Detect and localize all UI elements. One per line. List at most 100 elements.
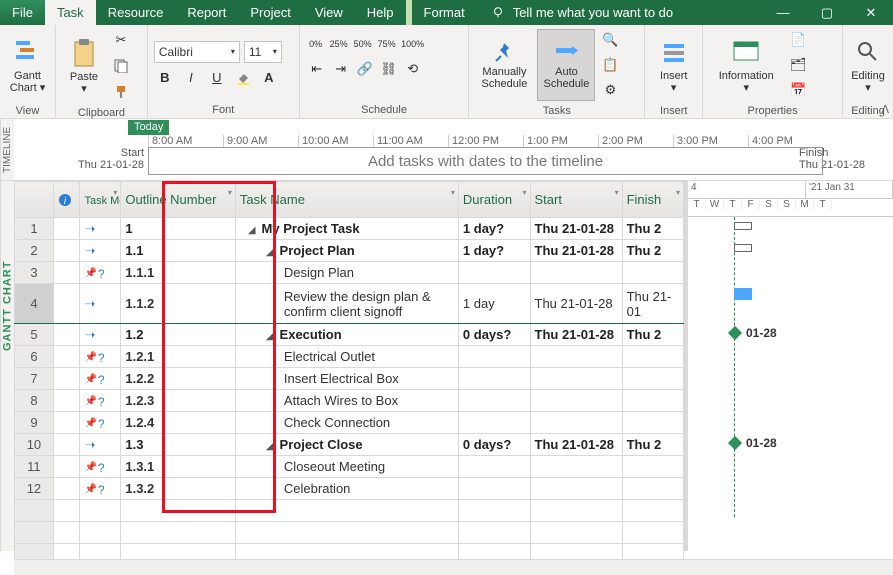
cell-finish[interactable] [622, 346, 683, 368]
manually-schedule-button[interactable]: Manually Schedule [475, 29, 533, 101]
cell-finish[interactable] [622, 412, 683, 434]
cell-finish[interactable]: Thu 2 [622, 240, 683, 262]
milestone[interactable] [728, 436, 742, 450]
insert-button[interactable]: Insert▾ [651, 29, 696, 101]
cell-mode[interactable]: ? [80, 478, 121, 500]
cell-mode[interactable]: ? [80, 262, 121, 284]
cell-duration[interactable]: 1 day? [458, 240, 530, 262]
bold-button[interactable]: B [154, 67, 176, 89]
table-row[interactable]: 7?1.2.2Insert Electrical Box [15, 368, 684, 390]
summary-bar[interactable] [734, 222, 752, 230]
cell-outline[interactable]: 1.2.2 [121, 368, 236, 390]
cell-info[interactable] [53, 284, 80, 324]
col-outline[interactable]: Outline Number▾ [121, 182, 236, 218]
link-button[interactable]: 🔗 [354, 58, 376, 80]
tab-help[interactable]: Help [355, 0, 406, 25]
cell-finish[interactable]: Thu 21-01 [622, 284, 683, 324]
gantt-chart-button[interactable]: Gantt Chart ▾ [6, 29, 49, 101]
inspect-button[interactable]: 🔍 [599, 29, 621, 51]
cell-outline[interactable]: 1.2 [121, 324, 236, 346]
information-button[interactable]: Information▾ [709, 29, 783, 101]
cell-start[interactable]: Thu 21-01-28 [530, 284, 622, 324]
cell-info[interactable] [53, 478, 80, 500]
cell-outline[interactable]: 1.2.1 [121, 346, 236, 368]
table-row[interactable]: 41.1.2Review the design plan & confirm c… [15, 284, 684, 324]
row-number[interactable]: 2 [15, 240, 54, 262]
cell-start[interactable]: Thu 21-01-28 [530, 218, 622, 240]
cell-duration[interactable] [458, 390, 530, 412]
cell-info[interactable] [53, 346, 80, 368]
underline-button[interactable]: U [206, 67, 228, 89]
cell-name[interactable]: Celebration [235, 478, 458, 500]
cell-start[interactable]: Thu 21-01-28 [530, 434, 622, 456]
pct-75[interactable]: 75% [376, 33, 398, 55]
cell-finish[interactable] [622, 262, 683, 284]
col-name[interactable]: Task Name▾ [235, 182, 458, 218]
cell-name[interactable]: ◢ Execution [235, 324, 458, 346]
cell-mode[interactable] [80, 240, 121, 262]
cell-name[interactable]: Attach Wires to Box [235, 390, 458, 412]
cell-start[interactable]: Thu 21-01-28 [530, 240, 622, 262]
details-button[interactable]: 🗂 [787, 54, 809, 76]
font-color-button[interactable] [232, 67, 254, 89]
cell-start[interactable] [530, 368, 622, 390]
cell-name[interactable]: Design Plan [235, 262, 458, 284]
table-row[interactable]: 12?1.3.2Celebration [15, 478, 684, 500]
cell-start[interactable] [530, 412, 622, 434]
cell-name[interactable]: Electrical Outlet [235, 346, 458, 368]
indent-button[interactable]: ⇥ [330, 58, 352, 80]
summary-bar[interactable] [734, 244, 752, 252]
cell-name[interactable]: ◢ Project Close [235, 434, 458, 456]
cell-name[interactable]: Closeout Meeting [235, 456, 458, 478]
col-mode[interactable]: Task Mode▾ [80, 182, 121, 218]
pct-50[interactable]: 50% [352, 33, 374, 55]
cut-button[interactable]: ✂ [110, 29, 132, 51]
cell-start[interactable] [530, 478, 622, 500]
cell-mode[interactable] [80, 434, 121, 456]
col-start[interactable]: Start▾ [530, 182, 622, 218]
cell-outline[interactable]: 1.1 [121, 240, 236, 262]
cell-info[interactable] [53, 324, 80, 346]
table-row[interactable]: 11◢ My Project Task1 day?Thu 21-01-28Thu… [15, 218, 684, 240]
pct-0[interactable]: 0% [306, 33, 326, 55]
row-number[interactable]: 10 [15, 434, 54, 456]
cell-info[interactable] [53, 434, 80, 456]
col-info[interactable]: i [53, 182, 80, 218]
cell-info[interactable] [53, 456, 80, 478]
table-row[interactable]: 9?1.2.4Check Connection [15, 412, 684, 434]
milestone[interactable] [728, 326, 742, 340]
tab-resource[interactable]: Resource [96, 0, 176, 25]
collapse-ribbon[interactable]: ᐱ [881, 103, 889, 116]
col-duration[interactable]: Duration▾ [458, 182, 530, 218]
tab-format[interactable]: Format [412, 0, 477, 25]
cell-outline[interactable]: 1.2.4 [121, 412, 236, 434]
row-number[interactable]: 1 [15, 218, 54, 240]
cell-duration[interactable] [458, 368, 530, 390]
tab-file[interactable]: File [0, 0, 45, 25]
cell-start[interactable] [530, 262, 622, 284]
row-number[interactable]: 4 [15, 284, 54, 324]
h-scrollbar[interactable] [14, 559, 893, 575]
cell-mode[interactable]: ? [80, 456, 121, 478]
pct-25[interactable]: 25% [328, 33, 350, 55]
cell-mode[interactable]: ? [80, 368, 121, 390]
cell-duration[interactable] [458, 478, 530, 500]
timeline-panel[interactable]: Today 8:00 AM9:00 AM10:00 AM11:00 AM12:0… [14, 119, 893, 180]
cell-mode[interactable]: ? [80, 390, 121, 412]
cell-name[interactable]: Insert Electrical Box [235, 368, 458, 390]
cell-finish[interactable] [622, 456, 683, 478]
cell-duration[interactable] [458, 456, 530, 478]
col-finish[interactable]: Finish▾ [622, 182, 683, 218]
italic-button[interactable]: I [180, 67, 202, 89]
cell-outline[interactable]: 1.3.1 [121, 456, 236, 478]
task-bar[interactable] [734, 288, 752, 300]
mode-button[interactable]: ⚙ [599, 79, 621, 101]
cell-mode[interactable] [80, 284, 121, 324]
cell-outline[interactable]: 1.1.2 [121, 284, 236, 324]
tab-project[interactable]: Project [238, 0, 302, 25]
cell-duration[interactable]: 0 days? [458, 434, 530, 456]
restore-button[interactable]: ▢ [805, 0, 849, 25]
table-row[interactable]: 6?1.2.1Electrical Outlet [15, 346, 684, 368]
cell-name[interactable]: ◢ My Project Task [235, 218, 458, 240]
row-number[interactable]: 5 [15, 324, 54, 346]
